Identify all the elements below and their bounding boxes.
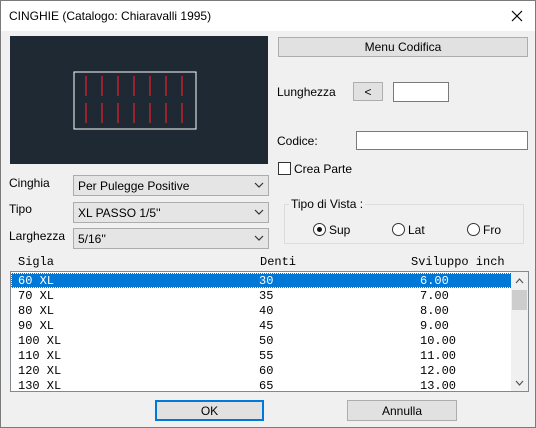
scroll-down-button[interactable]: [511, 374, 528, 391]
close-button[interactable]: [501, 1, 533, 31]
dialog-window: CINGHIE (Catalogo: Chiaravalli 1995) Men…: [0, 0, 536, 428]
cell-sigla: 120 XL: [18, 364, 62, 378]
cell-sviluppo: 11.00: [420, 349, 457, 363]
radio-fro[interactable]: [467, 223, 480, 236]
lunghezza-decrease-button[interactable]: <: [353, 82, 383, 101]
cell-sviluppo: 7.00: [420, 289, 449, 303]
close-icon: [511, 10, 523, 22]
cell-sviluppo: 13.00: [420, 379, 457, 392]
larghezza-value: 5/16'': [78, 232, 106, 246]
chevron-up-icon: [515, 277, 524, 283]
cell-denti: 40: [259, 304, 274, 318]
tipo-label: Tipo: [9, 202, 32, 216]
belt-teeth: [85, 76, 183, 123]
title-bar: CINGHIE (Catalogo: Chiaravalli 1995): [1, 1, 535, 31]
cell-denti: 35: [259, 289, 274, 303]
scroll-thumb[interactable]: [512, 290, 527, 310]
cell-denti: 50: [259, 334, 274, 348]
column-header-sviluppo: Sviluppo inch: [411, 255, 505, 269]
cell-denti: 30: [259, 274, 274, 288]
ok-button[interactable]: OK: [155, 400, 264, 421]
radio-sup-label: Sup: [329, 223, 351, 237]
chevron-down-icon: [254, 235, 264, 241]
column-header-denti: Denti: [260, 255, 297, 269]
radio-sup[interactable]: [313, 223, 326, 236]
table-row[interactable]: 130 XL 65 13.00: [11, 378, 512, 392]
belt-preview: [10, 36, 268, 164]
lunghezza-input[interactable]: [393, 82, 449, 102]
table-row[interactable]: 110 XL 55 11.00: [11, 348, 512, 363]
table-row[interactable]: 70 XL 35 7.00: [11, 288, 512, 303]
cell-sigla: 130 XL: [18, 379, 62, 392]
cell-denti: 45: [259, 319, 274, 333]
annulla-button[interactable]: Annulla: [347, 400, 457, 421]
table-row[interactable]: 100 XL 50 10.00: [11, 333, 512, 348]
codice-label: Codice:: [277, 134, 318, 148]
cell-sigla: 70 XL: [18, 289, 55, 303]
cell-sviluppo: 8.00: [420, 304, 449, 318]
crea-parte-checkbox[interactable]: [278, 162, 291, 175]
radio-lat-label: Lat: [408, 223, 425, 237]
cell-sigla: 100 XL: [18, 334, 62, 348]
cell-sviluppo: 10.00: [420, 334, 457, 348]
belt-drawing: [73, 71, 197, 130]
belt-list[interactable]: 60 XL 30 6.00 70 XL 35 7.00 80 XL 40 8.00 90 XL 45…: [10, 271, 529, 392]
radio-lat[interactable]: [392, 223, 405, 236]
column-header-sigla: Sigla: [18, 255, 55, 269]
cell-sigla: 60 XL: [18, 274, 55, 288]
cinghia-combo[interactable]: Per Pulegge Positive: [73, 175, 269, 196]
cell-denti: 60: [259, 364, 274, 378]
cinghia-label: Cinghia: [9, 176, 50, 190]
cell-sviluppo: 12.00: [420, 364, 457, 378]
cell-sviluppo: 9.00: [420, 319, 449, 333]
larghezza-label: Larghezza: [9, 229, 66, 243]
tipo-value: XL PASSO 1/5'': [78, 206, 161, 220]
table-row[interactable]: 60 XL 30 6.00: [11, 273, 512, 288]
cell-denti: 55: [259, 349, 274, 363]
chevron-down-icon: [254, 182, 264, 188]
window-title: CINGHIE (Catalogo: Chiaravalli 1995): [9, 9, 212, 23]
menu-codifica-button[interactable]: Menu Codifica: [278, 37, 528, 57]
table-row[interactable]: 80 XL 40 8.00: [11, 303, 512, 318]
vertical-scrollbar[interactable]: [511, 272, 528, 391]
cell-sigla: 80 XL: [18, 304, 55, 318]
tipo-combo[interactable]: XL PASSO 1/5'': [73, 202, 269, 223]
table-row[interactable]: 90 XL 45 9.00: [11, 318, 512, 333]
belt-outline: [73, 71, 197, 130]
cell-sigla: 90 XL: [18, 319, 55, 333]
lunghezza-label: Lunghezza: [277, 85, 336, 99]
cinghia-value: Per Pulegge Positive: [78, 179, 190, 193]
scroll-up-button[interactable]: [511, 272, 528, 289]
cell-denti: 65: [259, 379, 274, 392]
table-row[interactable]: 120 XL 60 12.00: [11, 363, 512, 378]
radio-fro-label: Fro: [483, 223, 501, 237]
cell-sviluppo: 6.00: [420, 274, 449, 288]
codice-input[interactable]: [356, 131, 528, 150]
chevron-down-icon: [515, 380, 524, 386]
cell-sigla: 110 XL: [18, 349, 62, 363]
chevron-down-icon: [254, 209, 264, 215]
crea-parte-label: Crea Parte: [294, 162, 353, 176]
larghezza-combo[interactable]: 5/16'': [73, 228, 269, 249]
tipo-di-vista-title: Tipo di Vista :: [289, 197, 366, 211]
